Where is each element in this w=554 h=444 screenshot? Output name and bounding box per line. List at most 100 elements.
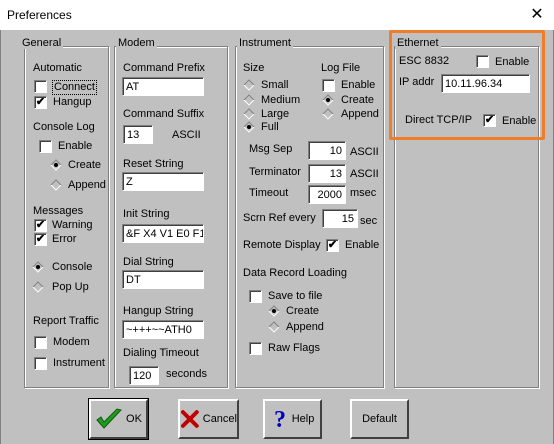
scrn-ref-input[interactable]: 15 [322, 209, 358, 228]
raw-flags-label: Raw Flags [268, 342, 320, 354]
log-enable-checkbox[interactable] [322, 79, 335, 92]
popup-radio[interactable] [32, 281, 44, 293]
terminator-label: Terminator [249, 166, 301, 178]
popup-radio-label: Pop Up [52, 281, 89, 293]
init-string-label: Init String [123, 208, 170, 220]
modem-group-title: Modem [116, 37, 157, 49]
dr-append-radio[interactable] [268, 321, 280, 333]
error-checkbox[interactable]: ✔ [34, 233, 47, 246]
ip-addr-label: IP addr [399, 76, 435, 88]
console-log-append-radio[interactable] [50, 179, 62, 191]
esc-enable-checkbox[interactable] [476, 55, 489, 68]
sec-label: sec [360, 215, 378, 227]
init-string-input[interactable]: &F X4 V1 E0 F1 [122, 224, 204, 243]
dial-string-label: Dial String [123, 256, 174, 268]
report-instrument-label: Instrument [53, 357, 105, 369]
log-file-label: Log File [321, 62, 361, 74]
console-log-enable-label: Enable [58, 140, 93, 152]
console-radio[interactable] [32, 261, 44, 273]
command-prefix-input[interactable]: AT [122, 77, 204, 96]
size-full-label: Full [261, 121, 279, 133]
close-button[interactable]: ✕ [526, 4, 548, 26]
check-icon: ✔ [35, 219, 46, 231]
dialing-timeout-input[interactable]: 120 [129, 366, 159, 385]
remote-display-checkbox[interactable]: ✔ [326, 239, 339, 252]
default-button-label: Default [362, 413, 397, 425]
help-button[interactable]: ? Help [263, 399, 322, 439]
log-create-radio[interactable] [322, 94, 334, 106]
instrument-group-title: Instrument [237, 37, 293, 49]
size-large-radio[interactable] [243, 108, 255, 120]
esc-enable-label: Enable [495, 56, 530, 68]
check-icon: ✔ [484, 114, 495, 126]
timeout-input[interactable]: 2000 [308, 185, 346, 204]
check-icon: ✔ [35, 96, 46, 108]
report-modem-checkbox[interactable] [34, 336, 47, 349]
direct-tcpip-label: Direct TCP/IP [405, 114, 473, 126]
connect-label: Connect [52, 80, 97, 95]
command-suffix-input[interactable]: 13 [123, 125, 153, 144]
msg-sep-input[interactable]: 10 [308, 141, 346, 160]
automatic-label: Automatic [33, 62, 82, 74]
size-small-radio[interactable] [243, 79, 255, 91]
save-to-file-label: Save to file [268, 290, 323, 302]
ok-button[interactable]: OK [88, 398, 149, 440]
ethernet-group-title: Ethernet [395, 37, 441, 49]
reset-string-label: Reset String [123, 158, 184, 170]
console-log-enable-checkbox[interactable] [39, 140, 52, 153]
connect-checkbox[interactable] [34, 80, 47, 93]
log-enable-label: Enable [341, 79, 376, 91]
command-suffix-label: Command Suffix [123, 108, 205, 120]
terminator-input[interactable]: 13 [308, 164, 346, 183]
help-button-label: Help [291, 413, 315, 425]
ip-addr-input[interactable]: 10.11.96.34 [441, 74, 530, 93]
size-medium-label: Medium [261, 94, 301, 106]
msec-label: msec [350, 187, 377, 199]
hangup-string-input[interactable]: ~+++~~ATH0 [122, 320, 204, 339]
msg-sep-ascii-label: ASCII [350, 146, 379, 158]
size-large-label: Large [261, 108, 290, 120]
log-create-label: Create [341, 94, 375, 106]
raw-flags-checkbox[interactable] [249, 342, 262, 355]
console-log-label: Console Log [33, 121, 95, 133]
size-full-radio[interactable] [243, 121, 255, 133]
error-label: Error [52, 233, 77, 245]
size-medium-radio[interactable] [243, 94, 255, 106]
window-title: Preferences [7, 8, 72, 22]
dr-append-label: Append [286, 321, 324, 333]
scrn-ref-label: Scrn Ref every [243, 212, 316, 224]
terminator-ascii-label: ASCII [350, 168, 379, 180]
command-suffix-ascii-label: ASCII [172, 129, 201, 141]
log-append-radio[interactable] [322, 108, 334, 120]
seconds-label: seconds [166, 368, 207, 380]
hangup-label: Hangup [53, 96, 92, 108]
report-modem-label: Modem [53, 336, 90, 348]
general-group-title: General [20, 37, 64, 49]
direct-tcpip-checkbox[interactable]: ✔ [483, 114, 496, 127]
messages-label: Messages [33, 205, 84, 217]
dial-string-input[interactable]: DT [122, 270, 204, 289]
check-icon [96, 408, 122, 429]
cancel-button[interactable]: Cancel [178, 399, 239, 439]
console-log-create-label: Create [68, 159, 102, 171]
log-append-label: Append [341, 108, 379, 120]
reset-string-input[interactable]: Z [122, 172, 204, 191]
remote-display-label: Remote Display [243, 239, 321, 251]
x-icon [180, 410, 199, 428]
hangup-checkbox[interactable]: ✔ [34, 96, 47, 109]
remote-display-enable-label: Enable [345, 239, 380, 251]
msg-sep-label: Msg Sep [249, 143, 293, 155]
save-to-file-checkbox[interactable] [249, 290, 262, 303]
svg-text:?: ? [274, 407, 286, 432]
default-button[interactable]: Default [350, 399, 409, 439]
dr-create-radio[interactable] [268, 305, 280, 317]
report-instrument-checkbox[interactable] [34, 357, 47, 370]
dr-create-label: Create [286, 305, 320, 317]
warning-checkbox[interactable]: ✔ [34, 219, 47, 232]
check-icon: ✔ [35, 233, 46, 245]
cancel-button-label: Cancel [202, 413, 237, 425]
question-mark-icon: ? [274, 407, 286, 432]
report-traffic-label: Report Traffic [33, 315, 99, 327]
console-log-create-radio[interactable] [50, 159, 62, 171]
timeout-label: Timeout [249, 187, 289, 199]
